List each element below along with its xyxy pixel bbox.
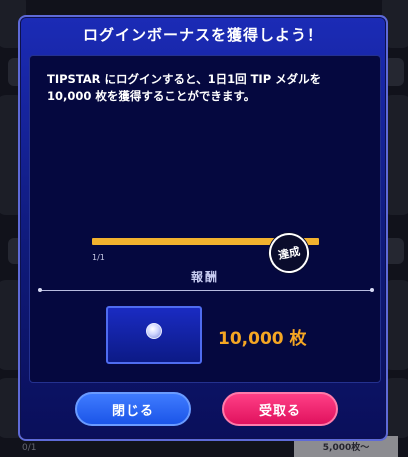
reward-amount: 10,000 枚 — [218, 329, 307, 349]
content-panel: TIPSTAR にログインすると、1日1回 TIP メダルを 10,000 枚を… — [29, 55, 381, 383]
reward-label: 報酬 — [190, 270, 219, 284]
bonus-description: TIPSTAR にログインすると、1日1回 TIP メダルを 10,000 枚を… — [47, 72, 322, 103]
medal-icon — [146, 323, 162, 339]
receive-button[interactable]: 受取る — [222, 392, 338, 426]
progress-count: 1/1 — [92, 253, 105, 262]
reward-item — [106, 306, 202, 364]
close-button[interactable]: 閉じる — [75, 392, 191, 426]
modal-title: ログインボーナスを獲得しよう！ — [82, 26, 323, 44]
reward-divider — [38, 288, 374, 292]
login-bonus-modal: ログインボーナスを獲得しよう！ TIPSTAR にログインすると、1日1回 TI… — [18, 15, 388, 441]
